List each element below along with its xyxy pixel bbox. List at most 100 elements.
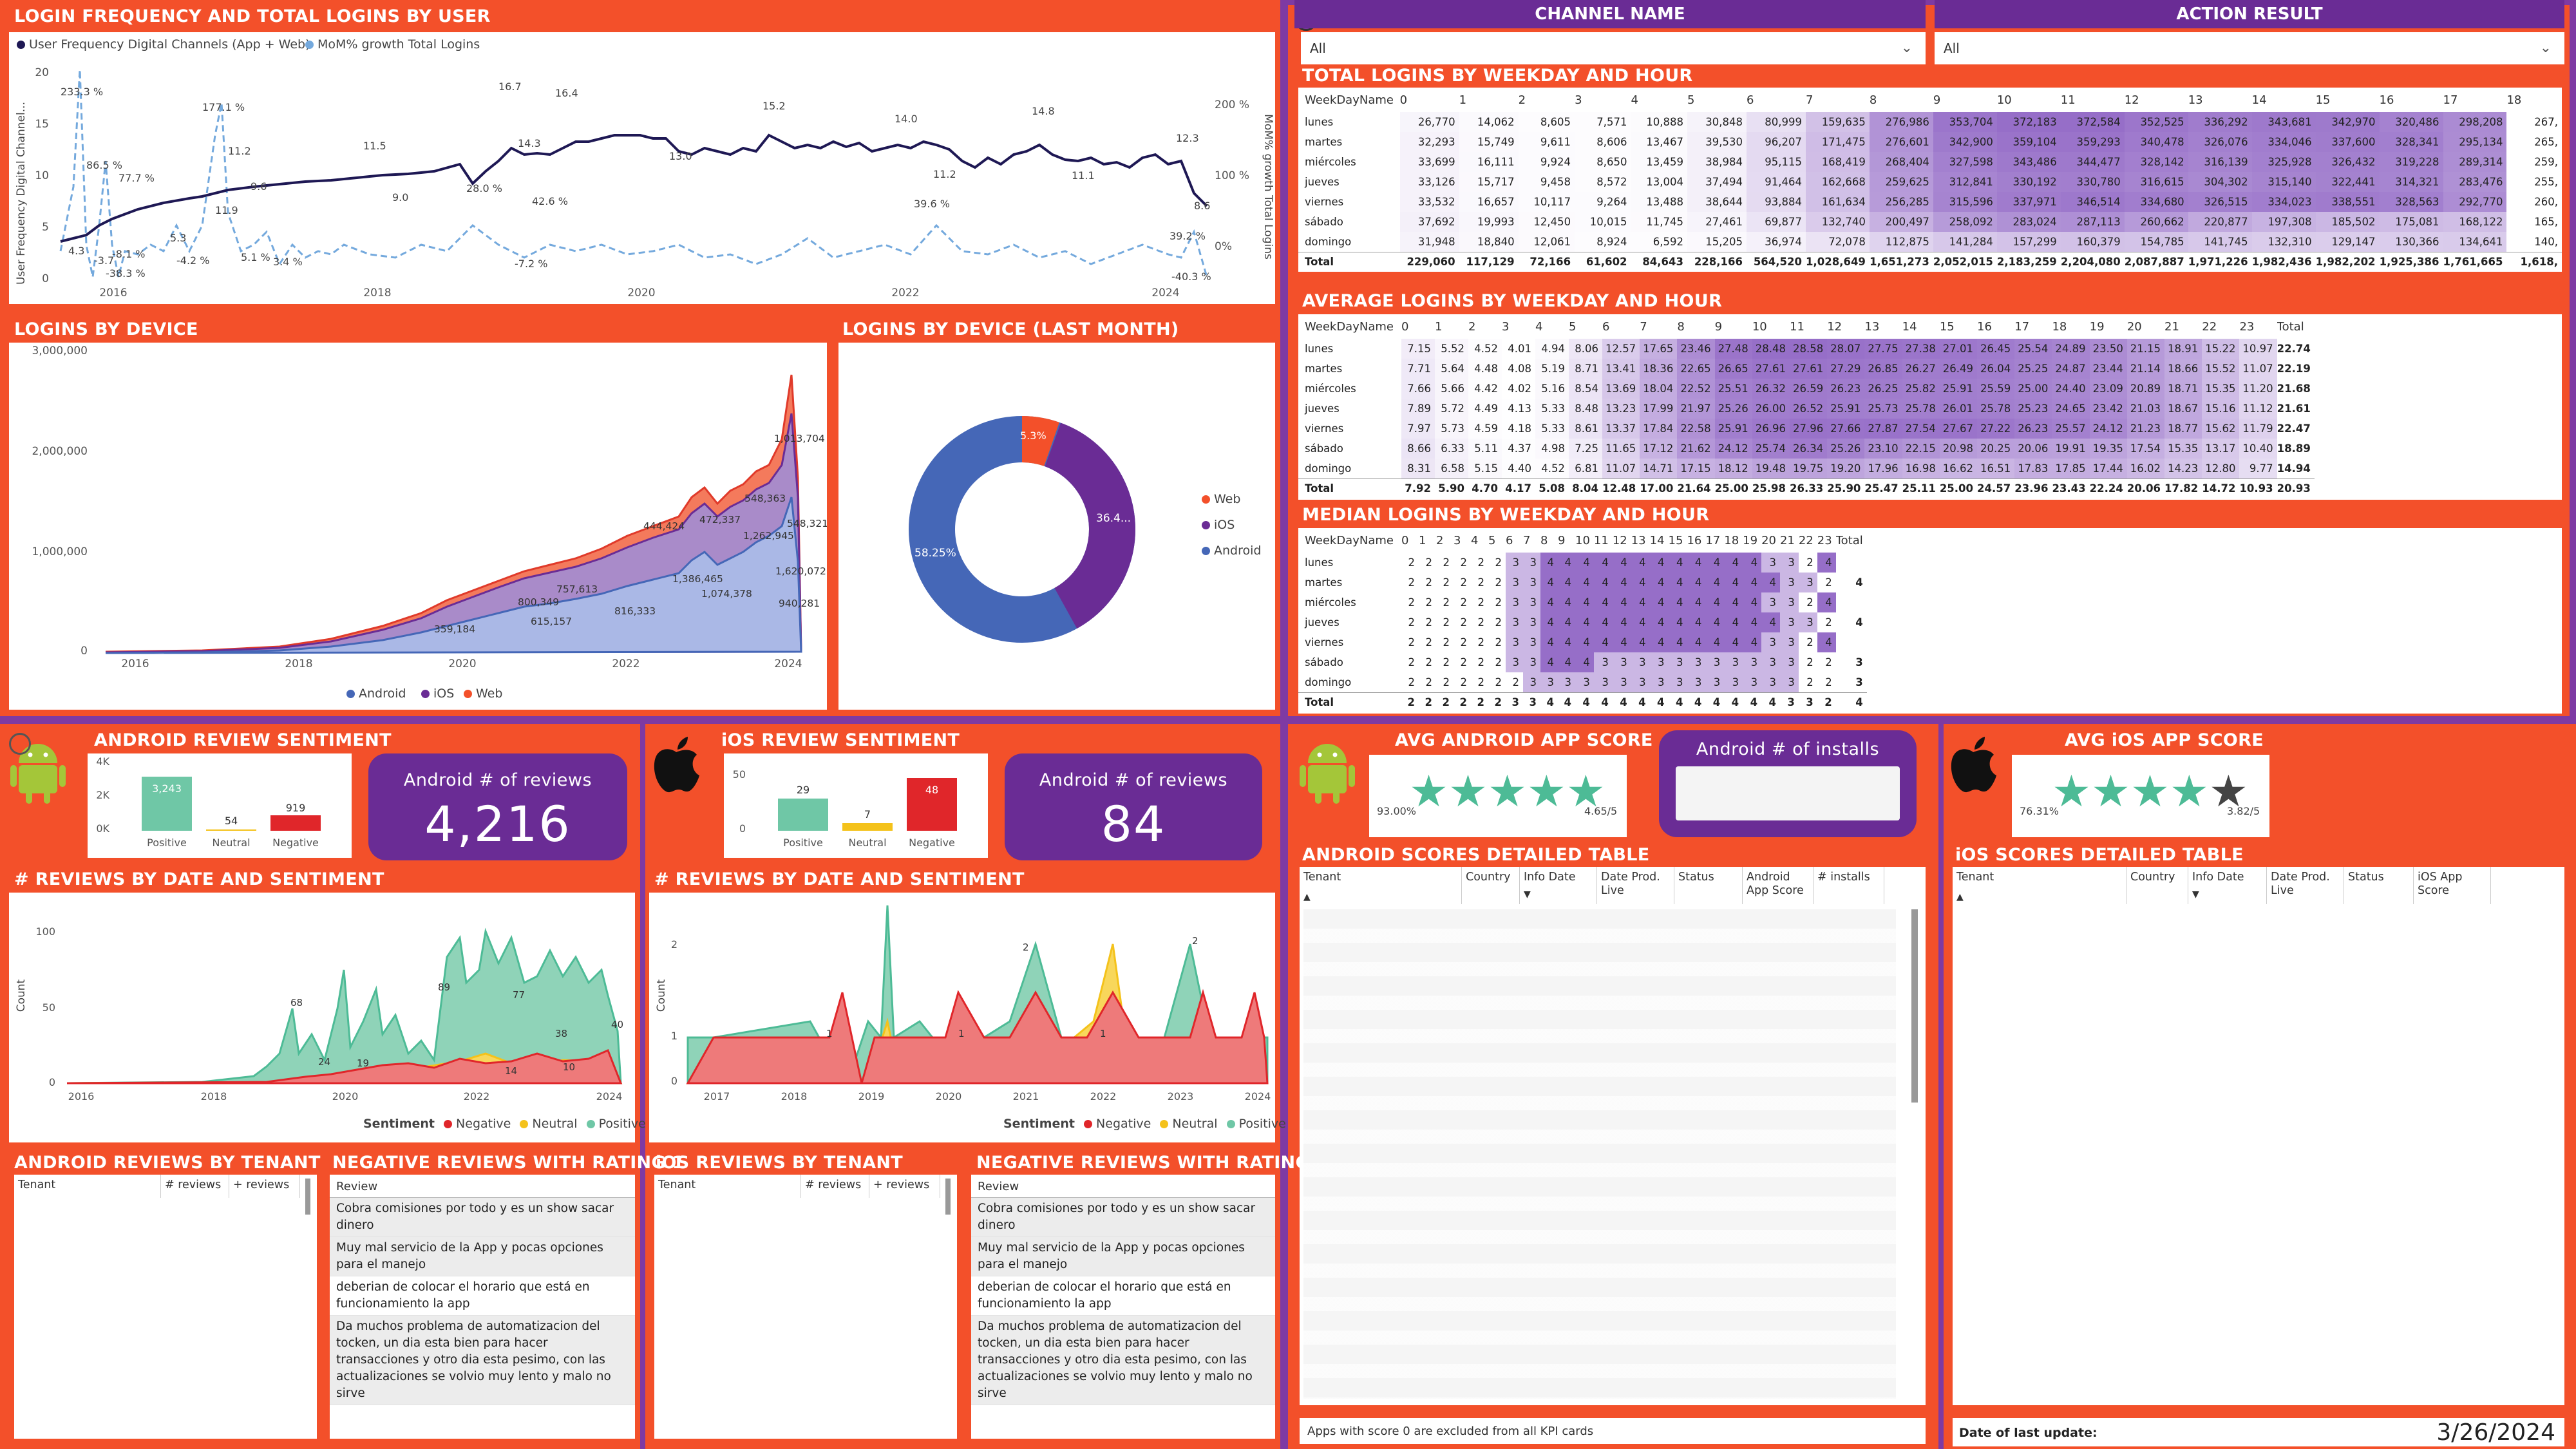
hour-header[interactable]: 15 [1669,528,1687,553]
col-tenant[interactable]: Tenant [654,1175,801,1198]
hour-header[interactable]: 9 [1715,314,1752,339]
hour-header[interactable]: 11 [2061,88,2125,112]
hour-header[interactable]: 3 [1502,314,1535,339]
hour-header[interactable]: 0 [1400,88,1459,112]
avg-logins-table: WeekDayName 0 1 2 3 4 5 6 7 8 9 10 11 12 13 14 15 16 17 18 1… [1298,314,2562,500]
hour-header[interactable]: 5 [1488,528,1506,553]
hour-header[interactable]: 16 [1977,314,2014,339]
hour-header[interactable]: 13 [2188,88,2252,112]
hour-header[interactable]: 20 [1761,528,1780,553]
hour-header[interactable]: 23 [1817,528,1836,553]
hour-header[interactable]: 1 [1435,314,1468,339]
col-ios-score[interactable]: iOS App Score [2414,867,2491,904]
col-tenant[interactable]: Tenant ▲ [1300,867,1462,904]
col-country[interactable]: Country [1462,867,1520,904]
hour-header[interactable]: 16 [1687,528,1705,553]
hour-header[interactable]: 13 [1864,314,1902,339]
hour-header[interactable]: 12 [2125,88,2188,112]
hour-header[interactable]: 12 [1613,528,1631,553]
hour-header[interactable]: 4 [1471,528,1488,553]
hour-header[interactable]: Total [2277,314,2315,339]
hour-header[interactable]: 17 [2014,314,2052,339]
column-header[interactable]: WeekDayName [1298,88,1400,112]
col-reviews[interactable]: # reviews [161,1175,229,1198]
hour-header[interactable]: 16 [2380,88,2443,112]
hour-header[interactable]: Total [1836,528,1867,553]
heatmap-cell: 4 [1668,632,1687,652]
hour-header[interactable]: 1 [1459,88,1519,112]
hour-header[interactable]: 1 [1419,528,1436,553]
col-reviews[interactable]: # reviews [801,1175,869,1198]
hour-header[interactable]: 3 [1575,88,1631,112]
hour-header[interactable]: 2 [1436,528,1454,553]
ios-tenant-title: iOS REVIEWS BY TENANT [656,1153,904,1173]
hour-header[interactable]: 11 [1790,314,1827,339]
hour-header[interactable]: 6 [1602,314,1640,339]
hour-header[interactable]: 0 [1401,528,1419,553]
hour-header[interactable]: 2 [1519,88,1575,112]
col-android-score[interactable]: Android App Score [1743,867,1814,904]
hour-header[interactable]: 9 [1558,528,1575,553]
hour-header[interactable]: 23 [2239,314,2277,339]
col-info-date[interactable]: Info Date ▼ [1520,867,1597,904]
col-tenant[interactable]: Tenant [14,1175,161,1198]
hour-header[interactable]: 19 [1743,528,1761,553]
hour-header[interactable]: 7 [1523,528,1540,553]
hour-header[interactable]: 8 [1677,314,1714,339]
hour-header[interactable]: 9 [1933,88,1997,112]
hour-header[interactable]: 19 [2090,314,2127,339]
hour-header[interactable]: 13 [1631,528,1650,553]
channel-name-dropdown[interactable]: All ⌄ [1301,32,1926,64]
hour-header[interactable]: 18 [2506,88,2562,112]
hour-header[interactable]: 4 [1535,314,1569,339]
hour-header[interactable]: 5 [1569,314,1602,339]
hour-header[interactable]: 18 [1724,528,1743,553]
hour-header[interactable]: 8 [1540,528,1558,553]
hour-header[interactable]: 22 [2202,314,2239,339]
col-country[interactable]: Country [2126,867,2188,904]
col-status[interactable]: Status [2344,867,2414,904]
scrollbar[interactable] [1911,909,1918,1103]
hour-header[interactable]: 6 [1747,88,1806,112]
hour-header[interactable]: 21 [1780,528,1799,553]
hour-header[interactable]: 14 [2252,88,2316,112]
hour-header[interactable]: 14 [1650,528,1669,553]
android-back-icon[interactable] [9,733,31,755]
column-header[interactable]: WeekDayName [1298,314,1401,339]
action-result-dropdown[interactable]: All ⌄ [1935,32,2564,64]
col-date-prod[interactable]: Date Prod. Live [1597,867,1674,904]
hour-header[interactable]: 6 [1506,528,1523,553]
hour-header[interactable]: 17 [1705,528,1724,553]
column-header[interactable]: WeekDayName [1298,528,1401,553]
hour-header[interactable]: 11 [1594,528,1613,553]
col-tenant[interactable]: Tenant ▲ [1953,867,2126,904]
scrollbar[interactable] [305,1179,310,1215]
hour-header[interactable]: 2 [1468,314,1502,339]
hour-header[interactable]: 3 [1454,528,1471,553]
col-plus-reviews[interactable]: + reviews [869,1175,940,1198]
col-installs[interactable]: # installs [1814,867,1884,904]
hour-header[interactable]: 15 [1940,314,1977,339]
col-date-prod[interactable]: Date Prod. Live [2267,867,2344,904]
hour-header[interactable]: 10 [1575,528,1594,553]
hour-header[interactable]: 10 [1997,88,2061,112]
hour-header[interactable]: 4 [1631,88,1687,112]
hour-header[interactable]: 7 [1806,88,1870,112]
hour-header[interactable]: 20 [2127,314,2164,339]
scrollbar[interactable] [945,1179,951,1215]
hour-header[interactable]: 17 [2443,88,2507,112]
hour-header[interactable]: 12 [1827,314,1864,339]
hour-header[interactable]: 14 [1902,314,1940,339]
hour-header[interactable]: 21 [2164,314,2202,339]
col-status[interactable]: Status [1674,867,1743,904]
col-plus-reviews[interactable]: + reviews [229,1175,300,1198]
hour-header[interactable]: 8 [1870,88,1933,112]
hour-header[interactable]: 18 [2052,314,2089,339]
hour-header[interactable]: 5 [1687,88,1747,112]
hour-header[interactable]: 22 [1799,528,1817,553]
hour-header[interactable]: 0 [1401,314,1435,339]
hour-header[interactable]: 15 [2316,88,2380,112]
col-info-date[interactable]: Info Date ▼ [2188,867,2267,904]
hour-header[interactable]: 10 [1752,314,1790,339]
hour-header[interactable]: 7 [1640,314,1677,339]
